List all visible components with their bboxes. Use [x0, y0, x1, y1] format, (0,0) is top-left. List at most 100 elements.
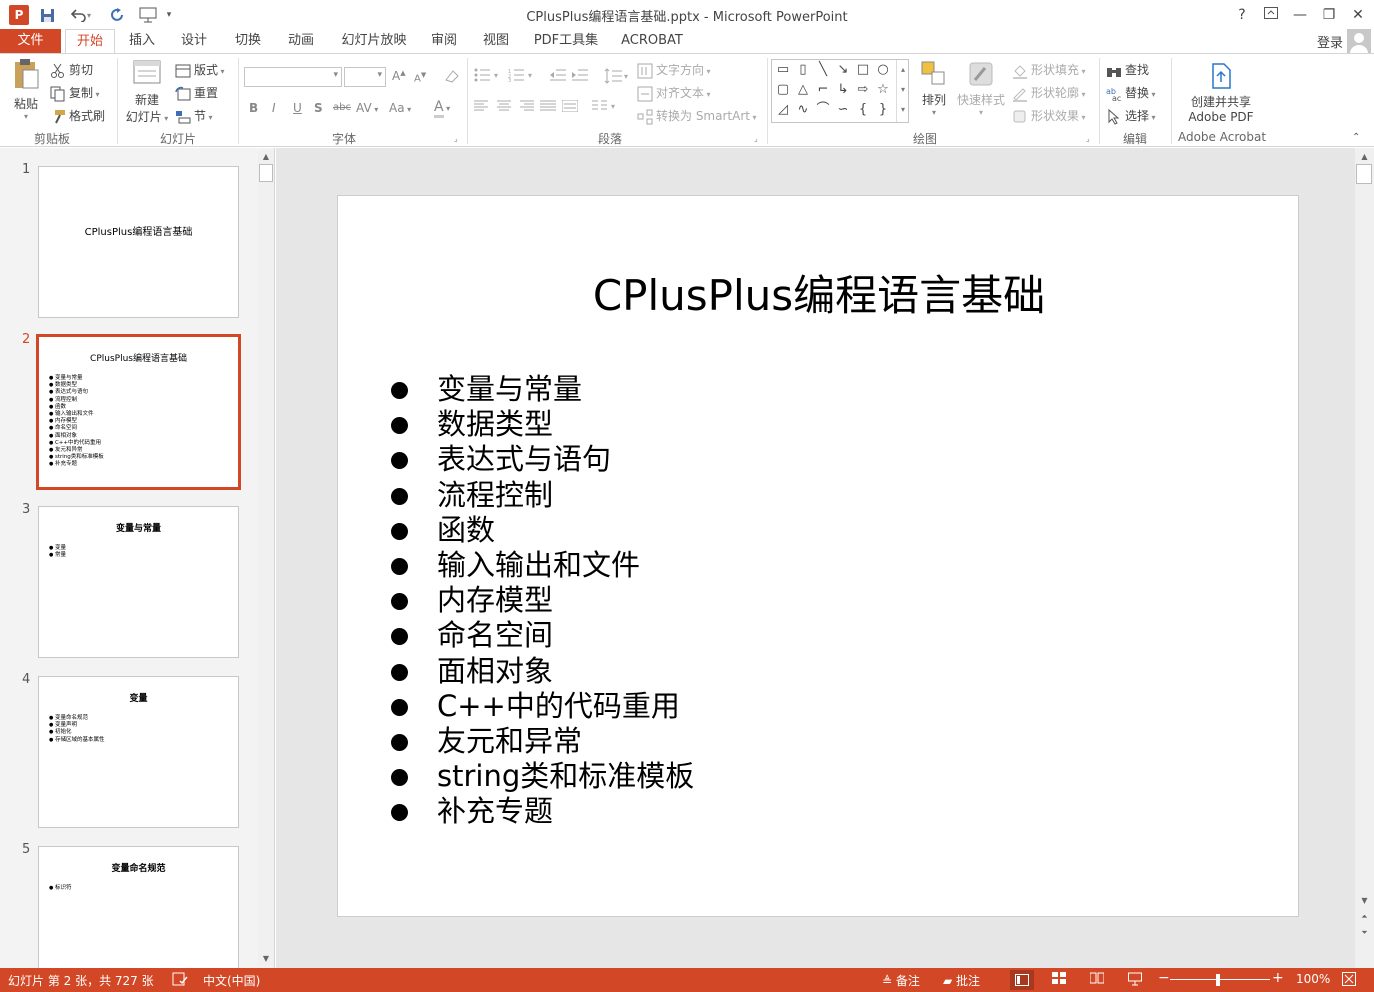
tab-review[interactable]: 审阅 [422, 29, 466, 54]
clear-formatting-button[interactable] [444, 68, 460, 87]
zoom-out-button[interactable]: − [1158, 970, 1170, 986]
shape-curve-icon[interactable]: ∿ [794, 102, 812, 118]
shape-block-arrow-icon[interactable]: ⇨ [854, 82, 872, 98]
shape-triangle-icon[interactable]: △ [794, 82, 812, 98]
slide-thumbnail-2[interactable]: CPlusPlus编程语言基础 变量与常量 数据类型 表达式与语句 流程控制 函… [36, 334, 241, 490]
zoom-level[interactable]: 100% [1296, 972, 1330, 986]
scroll-up-arrow-icon[interactable]: ▲ [1355, 150, 1374, 164]
paste-button[interactable]: 粘贴 ▾ [10, 58, 42, 124]
slide-content-placeholder[interactable]: 变量与常量 数据类型 表达式与语句 流程控制 函数 输入输出和文件 内存模型 命… [390, 372, 694, 829]
reading-view-icon[interactable] [1089, 972, 1105, 987]
new-slide-button[interactable]: 新建 幻灯片 ▾ [123, 58, 171, 125]
line-spacing-button[interactable]: ▾ [604, 68, 632, 87]
shape-wave-icon[interactable]: ∽ [834, 102, 852, 118]
font-name-combo[interactable]: ▾ [244, 67, 342, 87]
fit-slide-icon[interactable] [1342, 972, 1356, 989]
next-slide-icon[interactable]: ⏷ [1355, 926, 1374, 940]
underline-button[interactable]: U [293, 101, 302, 115]
zoom-in-button[interactable]: + [1272, 970, 1284, 986]
zoom-slider[interactable] [1170, 979, 1270, 980]
collapse-ribbon-icon[interactable]: ⌃ [1352, 132, 1360, 143]
italic-button[interactable]: I [272, 101, 276, 115]
normal-view-button[interactable] [1010, 970, 1034, 990]
shape-freeform-icon[interactable]: ◿ [774, 102, 792, 118]
create-share-pdf-button[interactable]: 创建并共享 Adobe PDF [1180, 62, 1262, 124]
shape-left-brace-icon[interactable]: { [854, 102, 872, 118]
bold-button[interactable]: B [249, 101, 258, 115]
zoom-slider-knob[interactable] [1216, 974, 1220, 986]
slide-thumbnail-4[interactable]: 变量 变量命名规范 变量声明 初始化 存储区域的基本属性 [38, 676, 239, 828]
language-status[interactable]: 中文(中国) [203, 972, 260, 989]
text-shadow-button[interactable]: S [314, 101, 323, 115]
shape-line-icon[interactable]: ╲ [814, 62, 832, 78]
columns-button[interactable]: ▾ [592, 99, 620, 116]
login-link[interactable]: 登录 [1317, 32, 1343, 51]
tab-pdf-tools[interactable]: PDF工具集 [530, 29, 602, 54]
shape-textbox-icon[interactable]: ▭ [774, 62, 792, 78]
slide-count-status[interactable]: 幻灯片 第 2 张，共 727 张 [8, 972, 154, 989]
avatar[interactable] [1347, 29, 1371, 53]
shape-arrow-line-icon[interactable]: ↘ [834, 62, 852, 78]
scroll-up-arrow-icon[interactable]: ▲ [258, 150, 274, 164]
increase-font-size-button[interactable]: A▲ [392, 69, 406, 83]
drawing-dialog-launcher-icon[interactable]: ⌟ [1086, 134, 1090, 143]
slide-thumbnail-5[interactable]: 变量命名规范 标识符 [38, 846, 239, 976]
shape-vertical-textbox-icon[interactable]: ▯ [794, 62, 812, 78]
main-vertical-scrollbar[interactable]: ▲ ▼ ⏶ ⏷ [1355, 148, 1374, 968]
shape-rectangle-icon[interactable]: □ [854, 62, 872, 78]
slide-sorter-view-icon[interactable] [1052, 972, 1066, 987]
paragraph-dialog-launcher-icon[interactable]: ⌟ [754, 134, 758, 143]
character-spacing-button[interactable]: AV ▾ [356, 101, 378, 115]
numbering-button[interactable]: 1 2 3 ▾ [508, 68, 536, 85]
tab-file[interactable]: 文件 [0, 29, 61, 53]
font-size-combo[interactable]: ▾ [344, 67, 386, 87]
spell-check-icon[interactable] [172, 972, 188, 989]
scroll-down-arrow-icon[interactable]: ▼ [1355, 894, 1374, 908]
convert-smartart-button[interactable]: 转换为 SmartArt ▾ [637, 107, 757, 125]
section-button[interactable]: 节 ▾ [175, 107, 213, 125]
cut-button[interactable]: 剪切 [50, 61, 93, 79]
tab-home[interactable]: 开始 [65, 29, 115, 54]
tab-insert[interactable]: 插入 [120, 29, 164, 54]
justify-button[interactable] [540, 100, 556, 115]
align-left-button[interactable] [474, 100, 490, 115]
shape-elbow-arrow-icon[interactable]: ↳ [834, 82, 852, 98]
tab-acrobat[interactable]: ACROBAT [615, 29, 689, 54]
gallery-scroll-icon[interactable]: ▴ ▾ ▾ [896, 60, 909, 122]
text-direction-button[interactable]: 文字方向 ▾ [637, 61, 711, 79]
shape-elbow-connector-icon[interactable]: ⌐ [814, 82, 832, 98]
shape-outline-button[interactable]: 形状轮廓 ▾ [1012, 84, 1086, 102]
arrange-button[interactable]: 排列 ▾ [916, 60, 952, 117]
align-right-button[interactable] [518, 100, 534, 115]
bullets-button[interactable]: ▾ [474, 68, 502, 85]
font-dialog-launcher-icon[interactable]: ⌟ [454, 134, 458, 143]
shape-arc-icon[interactable]: ⌒ [814, 102, 832, 118]
align-center-button[interactable] [496, 100, 512, 115]
previous-slide-icon[interactable]: ⏶ [1355, 910, 1374, 924]
thumbnail-scrollbar[interactable]: ▲ ▼ [258, 150, 274, 966]
strikethrough-button[interactable]: abc [333, 102, 351, 113]
shapes-gallery[interactable]: ▭ ▯ ╲ ↘ □ ○ ▢ △ ⌐ ↳ ⇨ ☆ ◿ ∿ ⌒ ∽ { } ▴ ▾ ▾ [771, 59, 909, 123]
slide-thumbnail-1[interactable]: CPlusPlus编程语言基础 [38, 166, 239, 318]
font-color-button[interactable]: A ▾ [434, 99, 450, 118]
shape-fill-button[interactable]: 形状填充 ▾ [1012, 61, 1086, 79]
close-button[interactable]: ✕ [1344, 4, 1372, 26]
notes-button[interactable]: ≜ 备注 [882, 972, 920, 989]
help-button[interactable]: ? [1228, 4, 1256, 26]
select-button[interactable]: 选择 ▾ [1106, 107, 1156, 125]
tab-design[interactable]: 设计 [172, 29, 216, 54]
reset-button[interactable]: 重置 [175, 84, 218, 102]
restore-button[interactable]: ❐ [1315, 4, 1343, 26]
slide-thumbnail-3[interactable]: 变量与常量 变量 常量 [38, 506, 239, 658]
current-slide[interactable]: CPlusPlus编程语言基础 变量与常量 数据类型 表达式与语句 流程控制 函… [337, 195, 1299, 917]
scroll-down-arrow-icon[interactable]: ▼ [258, 952, 274, 966]
comments-button[interactable]: ▰ 批注 [943, 972, 980, 989]
scroll-thumb[interactable] [1356, 164, 1372, 184]
format-painter-button[interactable]: 格式刷 [50, 107, 105, 125]
align-text-button[interactable]: 对齐文本 ▾ [637, 84, 711, 102]
tab-slideshow[interactable]: 幻灯片放映 [335, 29, 413, 54]
increase-indent-button[interactable] [572, 68, 588, 85]
distributed-button[interactable] [561, 99, 579, 115]
tab-view[interactable]: 视图 [474, 29, 518, 54]
quick-styles-button[interactable]: 快速样式 ▾ [956, 60, 1006, 117]
